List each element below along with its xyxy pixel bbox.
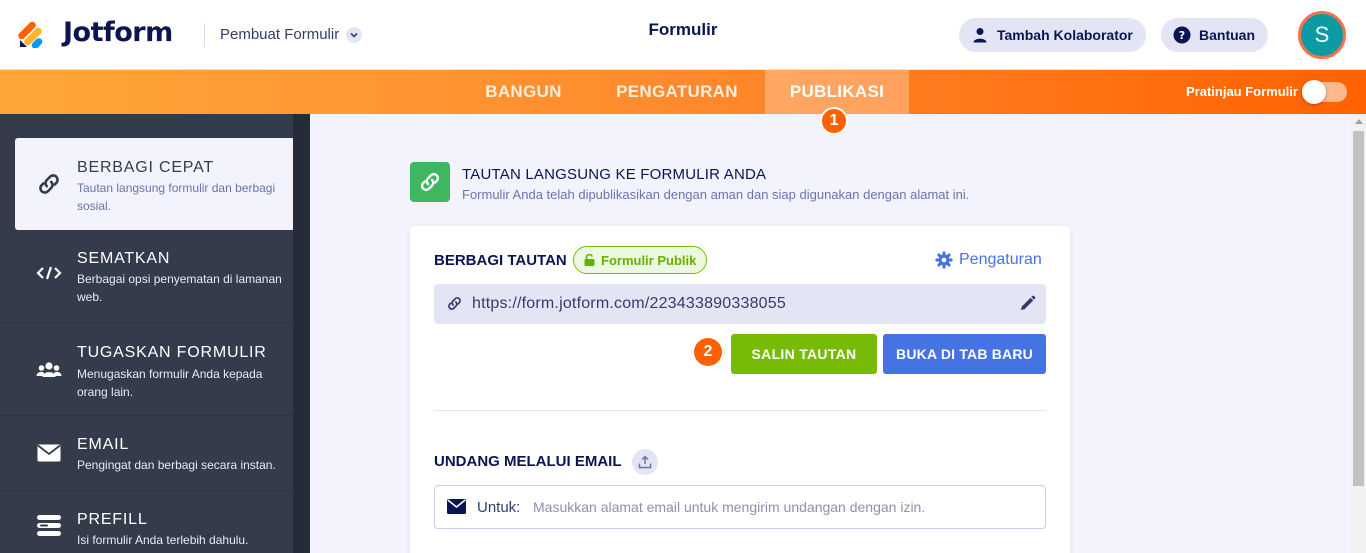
share-settings-label: Pengaturan bbox=[959, 251, 1042, 268]
scrollbar-thumb[interactable] bbox=[1353, 131, 1364, 486]
form-preview-label: Pratinjau Formulir bbox=[1186, 84, 1298, 99]
header-divider bbox=[204, 23, 205, 47]
sidebar-scrollbar[interactable] bbox=[293, 114, 310, 553]
help-label: Bantuan bbox=[1199, 27, 1255, 43]
sidebar-item-prefill[interactable]: PREFILL Isi formulir Anda terlebih dahul… bbox=[0, 491, 293, 553]
toggle-knob bbox=[1302, 80, 1326, 104]
share-settings-link[interactable]: Pengaturan bbox=[935, 251, 1042, 269]
card-divider bbox=[434, 410, 1046, 411]
direct-link-icon bbox=[410, 162, 450, 202]
add-collaborator-label: Tambah Kolaborator bbox=[997, 27, 1133, 43]
email-input[interactable] bbox=[533, 494, 1033, 520]
top-header: Jotform Pembuat Formulir Formulir Tambah… bbox=[0, 0, 1366, 70]
sidebar-item-assign-form[interactable]: TUGASKAN FORMULIR Menugaskan formulir An… bbox=[0, 323, 293, 416]
users-icon bbox=[36, 357, 62, 383]
tab-build[interactable]: BANGUN bbox=[466, 70, 581, 114]
public-form-badge[interactable]: Formulir Publik bbox=[573, 246, 708, 274]
form-url-text: https://form.jotform.com/223433890338055 bbox=[472, 295, 786, 312]
sidebar-item-title: EMAIL bbox=[77, 436, 130, 453]
copy-link-button[interactable]: SALIN TAUTAN bbox=[731, 334, 877, 374]
envelope-icon bbox=[36, 440, 62, 466]
share-link-label: BERBAGI TAUTAN bbox=[434, 252, 567, 269]
open-new-tab-button[interactable]: BUKA DI TAB BARU bbox=[883, 334, 1046, 374]
step-badge-2: 2 bbox=[694, 338, 722, 366]
sidebar-item-title: BERBAGI CEPAT bbox=[77, 159, 214, 176]
code-icon bbox=[36, 260, 62, 286]
avatar[interactable]: S bbox=[1298, 11, 1346, 59]
step-badge-1: 1 bbox=[820, 107, 848, 135]
sidebar-item-title: TUGASKAN FORMULIR bbox=[77, 344, 267, 361]
chevron-down-icon bbox=[346, 26, 363, 43]
edit-url-icon[interactable] bbox=[1019, 295, 1036, 317]
builder-dropdown[interactable]: Pembuat Formulir bbox=[220, 26, 363, 43]
share-card: BERBAGI TAUTAN Formulir Publik Pengatura… bbox=[410, 226, 1070, 553]
section-subtitle: Formulir Anda telah dipublikasikan denga… bbox=[462, 187, 970, 202]
form-preview-toggle[interactable] bbox=[1302, 80, 1347, 104]
public-form-label: Formulir Publik bbox=[601, 252, 697, 268]
sidebar-item-embed[interactable]: SEMATKAN Berbagai opsi penyematan di lam… bbox=[0, 230, 293, 323]
to-label: Untuk: bbox=[477, 499, 521, 516]
invite-email-field: Untuk: bbox=[434, 485, 1046, 529]
upload-icon[interactable] bbox=[632, 449, 658, 475]
builder-label: Pembuat Formulir bbox=[220, 26, 340, 43]
invite-email-label: UNDANG MELALUI EMAIL bbox=[434, 453, 622, 470]
envelope-icon bbox=[447, 499, 466, 519]
question-icon: ? bbox=[1173, 26, 1191, 44]
unlock-icon bbox=[584, 254, 595, 266]
svg-text:?: ? bbox=[1179, 29, 1185, 42]
link-icon bbox=[446, 295, 463, 317]
sidebar-item-title: PREFILL bbox=[77, 511, 148, 528]
sidebar-item-title: SEMATKAN bbox=[77, 250, 171, 267]
sidebar-item-desc: Berbagai opsi penyematan di lamanan web. bbox=[77, 272, 282, 304]
sidebar-item-quick-share[interactable]: BERBAGI CEPAT Tautan langsung formulir d… bbox=[15, 138, 293, 230]
scroll-up-arrow-icon[interactable] bbox=[1355, 119, 1363, 124]
sidebar-item-desc: Menugaskan formulir Anda kepada orang la… bbox=[77, 367, 263, 399]
link-icon bbox=[36, 171, 62, 197]
sidebar-item-email[interactable]: EMAIL Pengingat dan berbagi secara insta… bbox=[0, 416, 293, 491]
section-title: TAUTAN LANGSUNG KE FORMULIR ANDA bbox=[462, 166, 767, 183]
gear-icon bbox=[935, 251, 953, 269]
tab-settings[interactable]: PENGATURAN bbox=[598, 70, 756, 114]
sidebar-item-desc: Isi formulir Anda terlebih dahulu. bbox=[77, 533, 249, 547]
add-collaborator-button[interactable]: Tambah Kolaborator bbox=[959, 18, 1146, 52]
jotform-logo-icon bbox=[18, 18, 48, 49]
logo-text: Jotform bbox=[63, 17, 173, 48]
sidebar: BERBAGI CEPAT Tautan langsung formulir d… bbox=[0, 114, 310, 553]
user-icon bbox=[971, 26, 989, 44]
sidebar-item-desc: Pengingat dan berbagi secara instan. bbox=[77, 458, 276, 472]
form-url-field[interactable]: https://form.jotform.com/223433890338055 bbox=[434, 284, 1046, 324]
sidebar-item-desc: Tautan langsung formulir dan berbagi sos… bbox=[77, 181, 276, 213]
main-scrollbar[interactable] bbox=[1351, 114, 1366, 553]
jotform-logo[interactable]: Jotform bbox=[18, 17, 173, 49]
help-button[interactable]: ? Bantuan bbox=[1161, 18, 1268, 52]
main-nav: BANGUN PENGATURAN PUBLIKASI Pratinjau Fo… bbox=[0, 70, 1366, 114]
prefill-icon bbox=[36, 513, 62, 539]
